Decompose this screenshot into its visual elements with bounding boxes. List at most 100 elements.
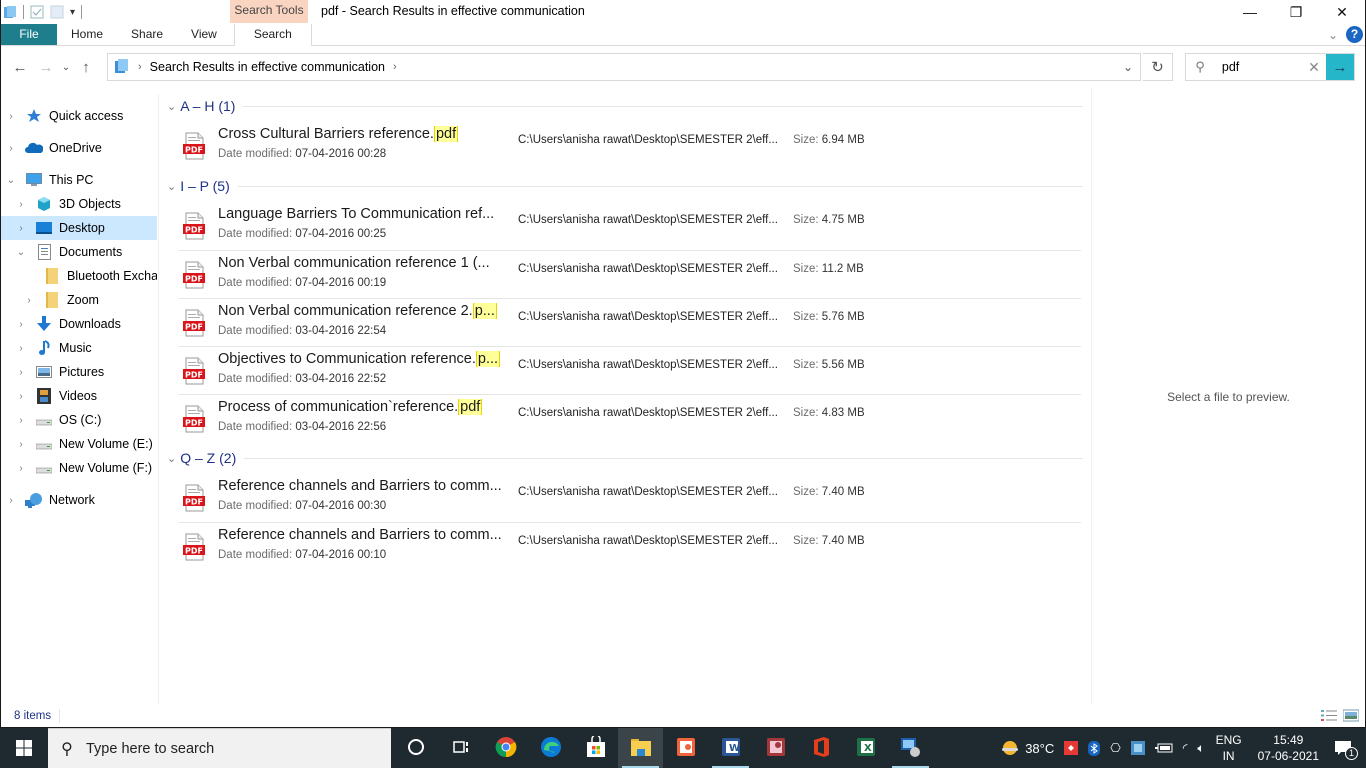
search-input[interactable] [1221, 60, 1302, 74]
group-header[interactable]: ⌄ Q – Z (2) [167, 450, 1083, 466]
chevron-right-icon[interactable]: › [15, 319, 27, 330]
refresh-button[interactable]: ↻ [1143, 53, 1173, 81]
app-tray-icon[interactable] [1130, 741, 1145, 755]
taskbar-app-store[interactable] [573, 728, 618, 768]
group-header[interactable]: ⌄ I – P (5) [167, 178, 1083, 194]
group-header[interactable]: ⌄ A – H (1) [167, 98, 1083, 114]
new-folder-icon[interactable] [50, 5, 64, 19]
taskbar-app-cortana[interactable] [393, 728, 438, 768]
clear-search-button[interactable]: ✕ [1302, 59, 1326, 76]
minimize-button[interactable]: — [1227, 0, 1273, 24]
recent-locations-button[interactable]: ⌄ [59, 62, 73, 73]
taskbar-app-powerpoint[interactable] [663, 728, 708, 768]
file-row[interactable]: PDF Non Verbal communication reference 1 … [179, 250, 1081, 298]
details-view-icon[interactable] [1321, 709, 1337, 722]
up-button[interactable]: ↑ [73, 59, 99, 76]
file-row[interactable]: PDF Process of communication`reference. pd… [179, 394, 1081, 442]
breadcrumb-chevron-icon[interactable]: › [138, 61, 142, 73]
sidebar-item-quick-access[interactable]: › Quick access [1, 104, 157, 128]
file-row[interactable]: PDF Reference channels and Barriers to co… [179, 474, 1081, 522]
file-name[interactable]: Language Barriers To Communication ref..… [218, 206, 494, 222]
volume-icon[interactable]: 🔈︎ [1197, 741, 1204, 756]
file-row[interactable]: PDF Non Verbal communication reference 2.… [179, 298, 1081, 346]
search-go-button[interactable]: → [1326, 54, 1354, 80]
taskbar-app-office[interactable] [798, 728, 843, 768]
clock[interactable]: 15:49 07-06-2021 [1258, 732, 1319, 764]
sidebar-item-this-pc[interactable]: ⌄ This PC [1, 168, 157, 192]
sidebar-item-3d-objects[interactable]: › 3D Objects [1, 192, 157, 216]
help-icon[interactable]: ? [1346, 26, 1363, 43]
chevron-right-icon[interactable]: › [15, 463, 27, 474]
breadcrumb-chevron-icon[interactable]: › [393, 61, 397, 73]
taskbar-search-box[interactable]: ⚲ Type here to search [48, 728, 391, 768]
chevron-down-icon[interactable]: ⌄ [167, 100, 176, 113]
sidebar-item-music[interactable]: › Music [1, 336, 157, 360]
battery-icon[interactable] [1154, 743, 1173, 753]
sidebar-item-os-c[interactable]: › OS (C:) [1, 408, 157, 432]
file-row[interactable]: PDF Language Barriers To Communication re… [179, 202, 1081, 250]
file-name[interactable]: Process of communication`reference. pdf [218, 399, 483, 415]
chevron-right-icon[interactable]: › [5, 111, 17, 122]
chevron-right-icon[interactable]: › [15, 343, 27, 354]
file-row[interactable]: PDF Cross Cultural Barriers reference. pdf… [179, 122, 1081, 170]
large-icons-view-icon[interactable] [1342, 709, 1360, 722]
chevron-right-icon[interactable]: › [15, 223, 27, 234]
chevron-right-icon[interactable]: › [23, 295, 35, 306]
chevron-down-icon[interactable]: ⌄ [15, 247, 27, 258]
anydesk-tray-icon[interactable] [1064, 741, 1079, 755]
taskbar-app-access[interactable] [753, 728, 798, 768]
file-name[interactable]: Non Verbal communication reference 1 (..… [218, 255, 490, 271]
taskbar-app-edge[interactable] [528, 728, 573, 768]
file-name[interactable]: Reference channels and Barriers to comm.… [218, 527, 502, 543]
taskbar-app-chrome[interactable] [483, 728, 528, 768]
sidebar-item-videos[interactable]: › Videos [1, 384, 157, 408]
chevron-down-icon[interactable]: ⌄ [5, 175, 17, 186]
wifi-icon[interactable]: ◜ [1183, 741, 1188, 755]
weather-icon[interactable] [1000, 740, 1020, 756]
camera-tray-icon[interactable]: ⎔ [1110, 741, 1120, 755]
back-button[interactable]: ← [7, 59, 33, 76]
sidebar-item-downloads[interactable]: › Downloads [1, 312, 157, 336]
sidebar-item-new-volume-e[interactable]: › New Volume (E:) [1, 432, 157, 456]
sidebar-item-onedrive[interactable]: › OneDrive [1, 136, 157, 160]
chevron-right-icon[interactable]: › [15, 439, 27, 450]
chevron-right-icon[interactable]: › [15, 415, 27, 426]
breadcrumb-item[interactable]: Search Results in effective communicatio… [150, 60, 385, 74]
taskbar-app-task-view[interactable] [438, 728, 483, 768]
sidebar-item-new-volume-f[interactable]: › New Volume (F:) [1, 456, 157, 480]
file-name[interactable]: Cross Cultural Barriers reference. pdf [218, 126, 459, 142]
maximize-button[interactable]: ❐ [1273, 0, 1319, 24]
sidebar-item-bluetooth-exchange-folder[interactable]: Bluetooth Exchange Folder [1, 264, 157, 288]
chevron-down-icon[interactable]: ⌄ [167, 452, 176, 465]
tab-file[interactable]: File [1, 24, 57, 45]
file-row[interactable]: PDF Reference channels and Barriers to co… [179, 522, 1081, 570]
chevron-right-icon[interactable]: › [15, 367, 27, 378]
taskbar-app-file-explorer[interactable] [618, 728, 663, 768]
taskbar-app-excel[interactable]: X [843, 728, 888, 768]
chevron-down-icon[interactable]: ⌄ [167, 180, 176, 193]
sidebar-item-documents[interactable]: ⌄ Documents [1, 240, 157, 264]
sidebar-item-zoom[interactable]: › Zoom [1, 288, 157, 312]
chevron-right-icon[interactable]: › [15, 199, 27, 210]
chevron-right-icon[interactable]: › [5, 495, 17, 506]
properties-icon[interactable] [30, 5, 44, 19]
file-name[interactable]: Objectives to Communication reference. p.… [218, 351, 501, 367]
tab-view[interactable]: View [177, 24, 231, 45]
chevron-right-icon[interactable]: › [15, 391, 27, 402]
sidebar-item-desktop[interactable]: › Desktop [1, 216, 157, 240]
close-button[interactable]: ✕ [1319, 0, 1365, 24]
customize-qat-icon[interactable]: ▾ [70, 7, 75, 18]
file-name[interactable]: Non Verbal communication reference 2. p..… [218, 303, 497, 319]
address-bar[interactable]: › Search Results in effective communicat… [107, 53, 1141, 81]
sidebar-item-network[interactable]: › Network [1, 488, 157, 512]
bluetooth-icon[interactable] [1088, 740, 1101, 756]
tab-search[interactable]: Search [233, 24, 312, 46]
tab-share[interactable]: Share [117, 24, 177, 45]
start-button[interactable] [0, 728, 48, 768]
file-name[interactable]: Reference channels and Barriers to comm.… [218, 478, 502, 494]
expand-ribbon-icon[interactable]: ⌄ [1328, 28, 1338, 42]
taskbar-app-remote-desktop[interactable] [888, 728, 933, 768]
address-history-dropdown[interactable]: ⌄ [1116, 60, 1140, 74]
forward-button[interactable]: → [33, 59, 59, 76]
language-indicator[interactable]: ENG IN [1216, 732, 1242, 764]
